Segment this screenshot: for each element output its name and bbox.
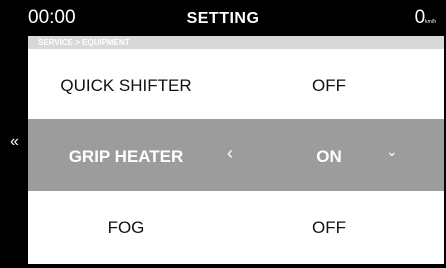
setting-label: QUICK SHIFTER xyxy=(60,76,192,95)
speed-value: 0 xyxy=(414,7,426,28)
setting-label: GRIP HEATER xyxy=(68,147,184,166)
setting-label: FOG xyxy=(107,218,145,237)
speed-readout: 0km/h xyxy=(415,8,436,32)
breadcrumb: SERVICE > EQUIPMENT xyxy=(28,36,444,49)
setting-row-fog[interactable]: FOG OFF xyxy=(28,191,444,263)
speed-unit: km/h xyxy=(425,19,436,25)
settings-panel: SERVICE > EQUIPMENT QUICK SHIFTER OFF GR… xyxy=(28,36,444,264)
chevron-left-icon[interactable]: ‹ xyxy=(227,143,233,164)
status-bar: 00:00 SETTING 0km/h xyxy=(0,0,446,36)
setting-value: OFF xyxy=(312,76,346,95)
dashboard-screen: 00:00 SETTING 0km/h « SERVICE > EQUIPMEN… xyxy=(0,0,446,268)
setting-value: ON xyxy=(316,147,342,166)
chevron-down-icon[interactable]: ⌄ xyxy=(386,143,398,160)
setting-value: OFF xyxy=(312,218,346,237)
page-title: SETTING xyxy=(186,10,260,27)
setting-row-quick-shifter[interactable]: QUICK SHIFTER OFF xyxy=(28,49,444,121)
setting-row-grip-heater[interactable]: GRIP HEATER ‹ ON ⌄ xyxy=(28,119,444,191)
back-icon[interactable]: « xyxy=(10,134,19,150)
